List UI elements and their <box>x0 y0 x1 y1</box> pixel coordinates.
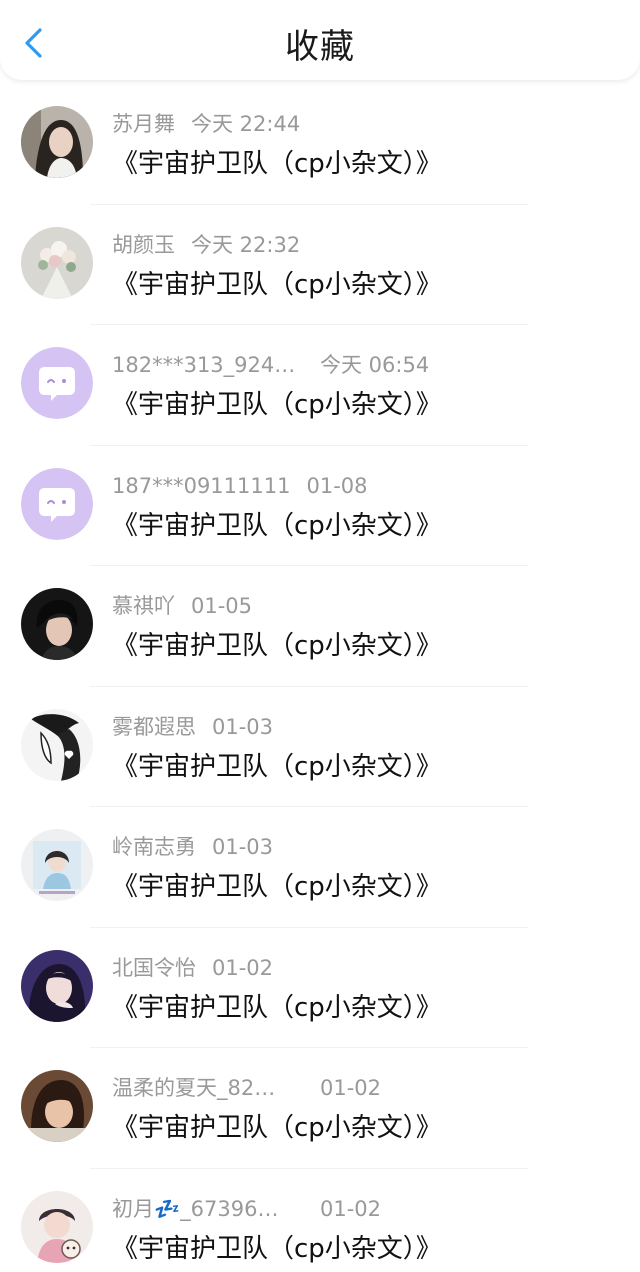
post-title[interactable]: 《宇宙护卫队（cp小杂文）》 <box>112 749 442 785</box>
author-name[interactable]: 岭南志勇 <box>112 833 196 861</box>
timestamp: 01-02 <box>320 1196 382 1221</box>
illustration-avatar-icon <box>21 1190 93 1263</box>
item-meta: 苏月舞 今天 22:44 <box>112 110 300 138</box>
avatar[interactable] <box>21 1070 93 1142</box>
timestamp: 今天 06:54 <box>320 353 430 377</box>
author-name[interactable]: 187***09111111 <box>112 472 290 500</box>
list-item[interactable]: 苏月舞 今天 22:44 《宇宙护卫队（cp小杂文）》 <box>0 84 640 205</box>
page-title: 收藏 <box>285 27 355 67</box>
timestamp: 01-05 <box>191 594 253 618</box>
post-title[interactable]: 《宇宙护卫队（cp小杂文）》 <box>112 628 442 664</box>
list-item[interactable]: 187***09111111 01-08 《宇宙护卫队（cp小杂文）》 <box>0 446 640 566</box>
list-item[interactable]: 北国令怡 01-02 《宇宙护卫队（cp小杂文）》 <box>0 928 640 1048</box>
post-title[interactable]: 《宇宙护卫队（cp小杂文）》 <box>112 1231 442 1267</box>
bouquet-photo-icon <box>21 226 93 299</box>
item-meta: 187***09111111 01-08 <box>112 472 368 500</box>
user-photo-icon <box>21 106 93 178</box>
item-meta: 雾都遐思 01-03 <box>112 713 273 741</box>
author-name[interactable]: 初月💤_67396… <box>112 1195 302 1223</box>
list-item[interactable]: 182***313_924… 今天 06:54 《宇宙护卫队（cp小杂文）》 <box>0 325 640 446</box>
timestamp: 01-03 <box>212 714 274 739</box>
post-title[interactable]: 《宇宙护卫队（cp小杂文）》 <box>112 869 442 905</box>
list-item[interactable]: 胡颜玉 今天 22:32 《宇宙护卫队（cp小杂文）》 <box>0 205 640 325</box>
item-meta: 温柔的夏天_82… 01-02 <box>112 1074 381 1102</box>
timestamp: 今天 22:32 <box>191 232 301 257</box>
item-meta: 胡颜玉 今天 22:32 <box>112 231 300 259</box>
post-title[interactable]: 《宇宙护卫队（cp小杂文）》 <box>112 1110 442 1146</box>
avatar[interactable] <box>21 588 93 660</box>
avatar[interactable] <box>21 949 93 1022</box>
post-title[interactable]: 《宇宙护卫队（cp小杂文）》 <box>112 267 442 303</box>
author-name[interactable]: 胡颜玉 <box>112 231 175 259</box>
post-title[interactable]: 《宇宙护卫队（cp小杂文）》 <box>112 387 442 423</box>
item-meta: 182***313_924… 今天 06:54 <box>112 351 429 379</box>
list-item[interactable]: 岭南志勇 01-03 《宇宙护卫队（cp小杂文）》 <box>0 807 640 928</box>
avatar[interactable] <box>21 708 93 781</box>
author-name[interactable]: 北国令怡 <box>112 954 196 982</box>
timestamp: 01-02 <box>212 955 274 980</box>
list-item[interactable]: 温柔的夏天_82… 01-02 《宇宙护卫队（cp小杂文）》 <box>0 1048 640 1169</box>
item-meta: 岭南志勇 01-03 <box>112 833 273 861</box>
author-name[interactable]: 苏月舞 <box>112 110 175 138</box>
user-photo-icon <box>21 829 93 901</box>
header-bar: 收藏 <box>0 0 640 80</box>
avatar[interactable] <box>21 347 93 419</box>
user-photo-icon <box>21 949 93 1022</box>
timestamp: 01-08 <box>306 473 368 498</box>
favorites-list: 苏月舞 今天 22:44 《宇宙护卫队（cp小杂文）》 胡颜玉 今天 22:32… <box>0 84 640 1272</box>
author-name[interactable]: 雾都遐思 <box>112 713 196 741</box>
author-name[interactable]: 慕祺吖 <box>112 592 175 620</box>
avatar[interactable] <box>21 106 93 178</box>
post-title[interactable]: 《宇宙护卫队（cp小杂文）》 <box>112 508 442 544</box>
item-meta: 慕祺吖 01-05 <box>112 592 252 620</box>
timestamp: 01-02 <box>320 1076 382 1100</box>
post-title[interactable]: 《宇宙护卫队（cp小杂文）》 <box>112 990 442 1026</box>
author-name[interactable]: 182***313_924… <box>112 351 302 379</box>
post-title[interactable]: 《宇宙护卫队（cp小杂文）》 <box>112 146 442 182</box>
default-chat-avatar-icon <box>21 467 93 540</box>
avatar[interactable] <box>21 829 93 901</box>
timestamp: 今天 22:44 <box>191 112 301 136</box>
list-item[interactable]: 初月💤_67396… 01-02 《宇宙护卫队（cp小杂文）》 <box>0 1169 640 1272</box>
user-photo-icon <box>21 1070 93 1142</box>
user-photo-icon <box>21 588 93 660</box>
favorites-screen: 收藏 苏月舞 今天 22:44 《宇宙护卫队（cp小杂文）》 胡颜玉 今天 22… <box>0 0 640 1272</box>
author-name[interactable]: 温柔的夏天_82… <box>112 1074 302 1102</box>
avatar[interactable] <box>21 1190 93 1263</box>
avatar[interactable] <box>21 226 93 299</box>
list-item[interactable]: 慕祺吖 01-05 《宇宙护卫队（cp小杂文）》 <box>0 566 640 687</box>
illustration-avatar-icon <box>21 708 93 781</box>
default-chat-avatar-icon <box>21 347 93 419</box>
item-meta: 初月💤_67396… 01-02 <box>112 1195 381 1223</box>
list-item[interactable]: 雾都遐思 01-03 《宇宙护卫队（cp小杂文）》 <box>0 687 640 807</box>
avatar[interactable] <box>21 467 93 540</box>
item-meta: 北国令怡 01-02 <box>112 954 273 982</box>
timestamp: 01-03 <box>212 835 274 859</box>
